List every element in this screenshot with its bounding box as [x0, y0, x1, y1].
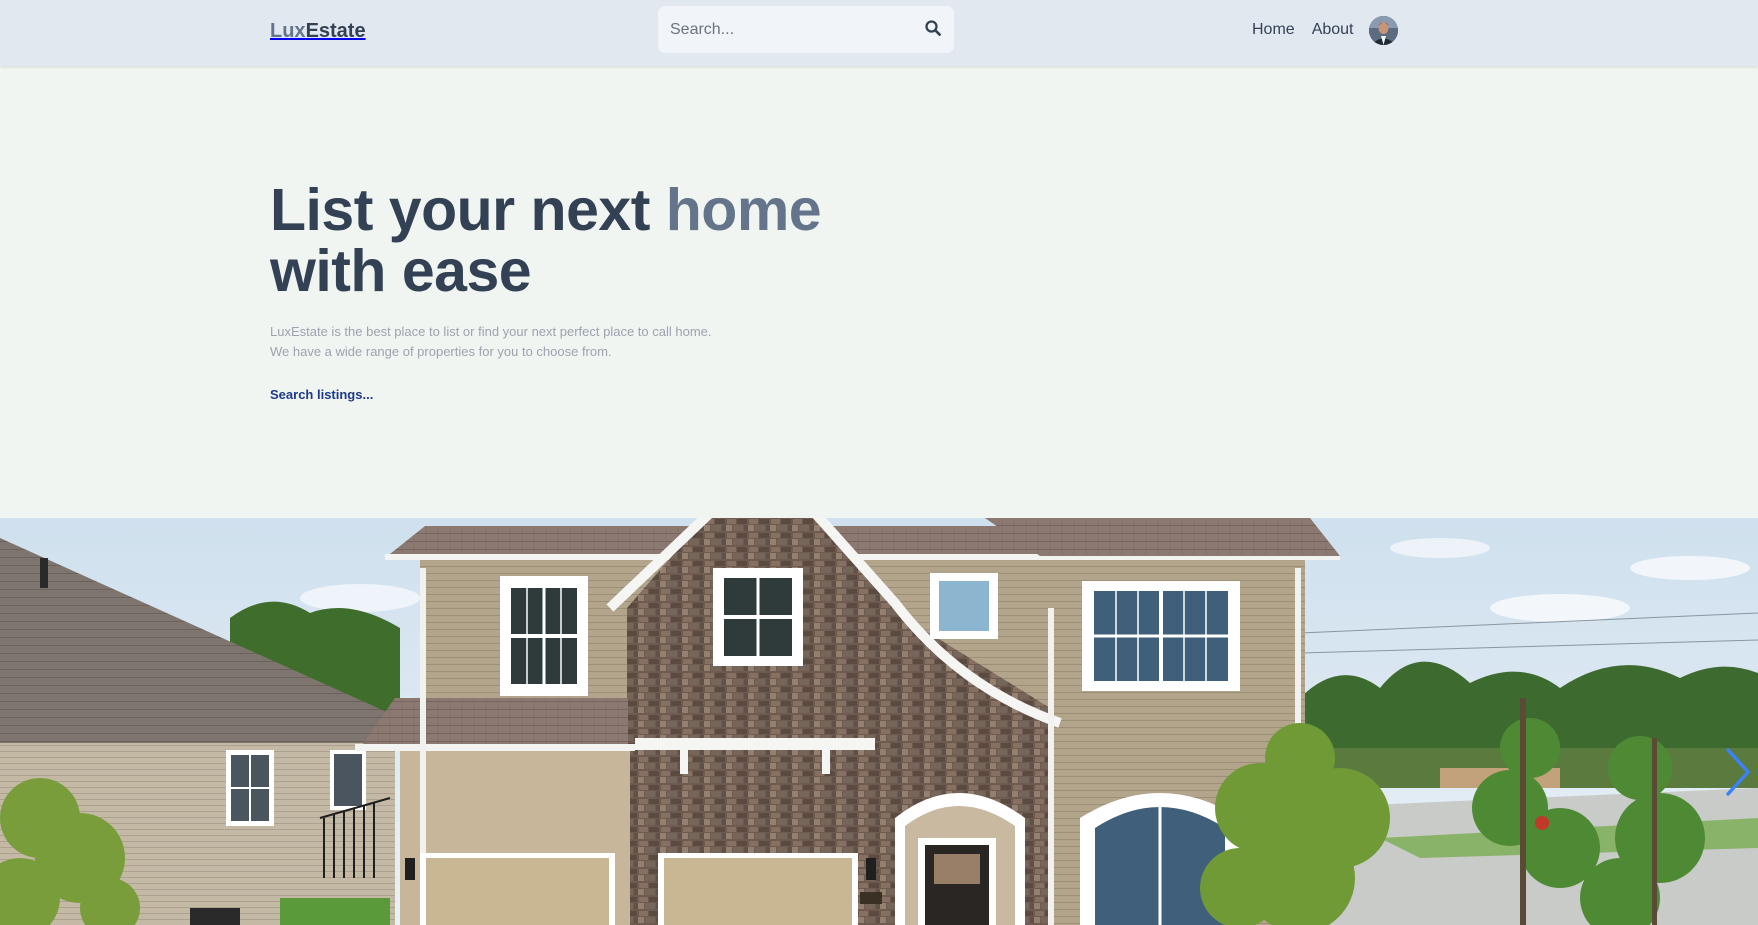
search-button[interactable] — [922, 18, 944, 40]
hero-title-start: List your next — [270, 177, 666, 243]
hero-title-line2: with ease — [270, 238, 532, 304]
hero-title: List your next home with ease — [270, 180, 970, 302]
nav-about-link[interactable]: About — [1312, 20, 1354, 40]
search-form — [658, 6, 954, 53]
search-icon — [925, 19, 941, 39]
hero-description: LuxEstate is the best place to list or f… — [270, 322, 870, 362]
search-input[interactable] — [670, 6, 910, 53]
logo-text-estate: Estate — [305, 20, 366, 42]
hero-title-accent: home — [665, 177, 822, 243]
search-listings-link[interactable]: Search listings... — [270, 387, 373, 402]
house-photo — [0, 518, 1758, 925]
logo-text-lux: Lux — [270, 20, 306, 42]
nav-home-link[interactable]: Home — [1252, 20, 1295, 40]
main-nav: Home About — [1252, 18, 1354, 42]
listing-image-slider[interactable] — [0, 518, 1758, 925]
site-logo[interactable]: LuxEstate — [270, 19, 366, 43]
site-header: LuxEstate Home About — [0, 0, 1758, 66]
chevron-right-icon — [1722, 748, 1752, 803]
hero-description-line1: LuxEstate is the best place to list or f… — [270, 324, 712, 339]
slider-next-button[interactable] — [1722, 744, 1752, 800]
hero-description-line2: We have a wide range of properties for y… — [270, 344, 612, 359]
user-avatar[interactable] — [1369, 16, 1398, 45]
